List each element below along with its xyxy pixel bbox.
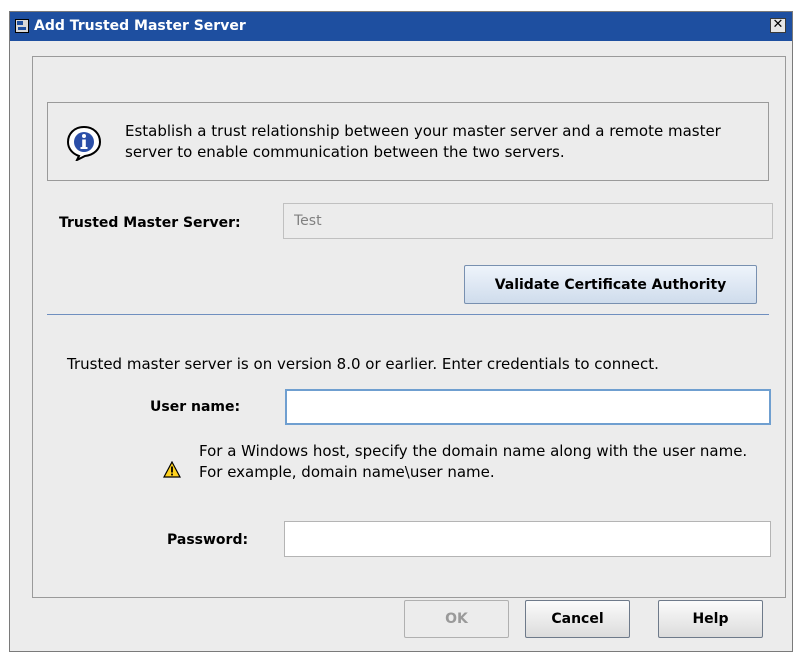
content-panel: Establish a trust relationship between y… xyxy=(32,56,786,598)
validate-certificate-authority-button[interactable]: Validate Certificate Authority xyxy=(464,265,757,304)
dialog-title: Add Trusted Master Server xyxy=(34,18,246,34)
trusted-master-server-field[interactable] xyxy=(283,203,773,239)
info-icon xyxy=(66,125,102,161)
password-field[interactable] xyxy=(284,521,771,557)
title-bar[interactable]: Add Trusted Master Server ✕ xyxy=(10,12,792,41)
info-message: Establish a trust relationship between y… xyxy=(125,122,721,161)
help-button[interactable]: Help xyxy=(658,600,763,638)
user-name-label: User name: xyxy=(150,399,241,415)
app-icon xyxy=(15,19,29,33)
ok-button[interactable]: OK xyxy=(404,600,509,638)
windows-host-hint: For a Windows host, specify the domain n… xyxy=(199,442,748,481)
info-box: Establish a trust relationship between y… xyxy=(47,102,769,181)
user-name-field[interactable] xyxy=(285,389,771,425)
trusted-master-server-label: Trusted Master Server: xyxy=(59,215,241,231)
cancel-button[interactable]: Cancel xyxy=(525,600,630,638)
close-button[interactable]: ✕ xyxy=(770,18,786,33)
close-icon: ✕ xyxy=(772,17,784,32)
password-label: Password: xyxy=(167,532,249,548)
credentials-note: Trusted master server is on version 8.0 … xyxy=(67,355,659,373)
section-divider xyxy=(47,314,769,315)
add-trusted-master-server-dialog: Add Trusted Master Server ✕ Establish a … xyxy=(9,11,793,652)
warning-icon xyxy=(163,461,181,478)
